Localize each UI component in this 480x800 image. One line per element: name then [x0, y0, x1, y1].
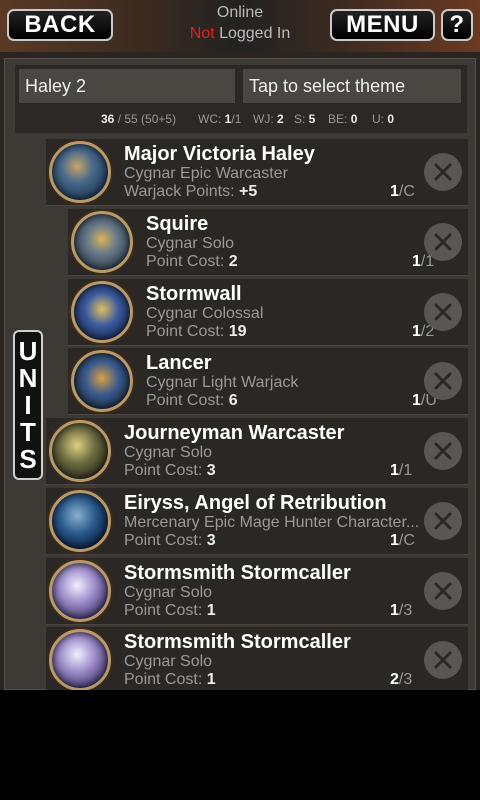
close-icon: [433, 650, 453, 670]
remove-unit-button[interactable]: [424, 502, 462, 540]
units-tab[interactable]: U N I T S: [13, 330, 43, 480]
unit-cost: Point Cost: 3: [124, 462, 216, 479]
unit-type: Cygnar Epic Warcaster: [124, 165, 288, 182]
remove-unit-button[interactable]: [424, 641, 462, 679]
close-icon: [433, 511, 453, 531]
remove-unit-button[interactable]: [424, 572, 462, 610]
login-status: Online Not Logged In: [150, 3, 330, 45]
unit-row[interactable]: Eiryss, Angel of Retribution Mercenary Ep…: [46, 488, 468, 555]
app-screen: BACK Online Not Logged In MENU ? Haley 2…: [0, 0, 480, 690]
points-stat: 36 / 55 (50+5): [101, 112, 177, 126]
close-icon: [433, 441, 453, 461]
unit-name: Lancer: [146, 352, 212, 374]
logged-in-status: Not Logged In: [150, 23, 330, 45]
unit-portrait: [71, 350, 133, 412]
unit-stat: U: 0: [372, 112, 395, 126]
unit-name: Eiryss, Angel of Retribution: [124, 492, 387, 514]
unit-type: Cygnar Solo: [124, 444, 213, 461]
close-icon: [433, 232, 453, 252]
remove-unit-button[interactable]: [424, 432, 462, 470]
unit-count: 1/1: [390, 462, 413, 479]
unit-portrait: [71, 281, 133, 343]
wj-stat: WJ: 2: [253, 112, 284, 126]
remove-unit-button[interactable]: [424, 153, 462, 191]
units-tab-letter: U: [18, 335, 38, 366]
unit-row[interactable]: Squire Cygnar Solo Point Cost: 2 1/1: [68, 209, 468, 276]
units-tab-letter: S: [19, 443, 37, 474]
units-tab-letter: I: [24, 389, 32, 420]
close-icon: [433, 162, 453, 182]
unit-name: Stormwall: [146, 283, 242, 305]
units-tab-letter: N: [18, 362, 38, 393]
unit-count: 1/C: [390, 532, 415, 549]
list-stats: 36 / 55 (50+5) WC: 1/1 WJ: 2 S: 5 BE: 0 …: [15, 109, 467, 129]
unit-cost: Point Cost: 1: [124, 602, 216, 619]
unit-portrait: [49, 141, 111, 203]
unit-cost: Point Cost: 3: [124, 532, 216, 549]
unit-cost: Warjack Points: +5: [124, 183, 258, 200]
unit-portrait: [71, 211, 133, 273]
list-name-field[interactable]: Haley 2: [19, 69, 235, 103]
unit-cost: Point Cost: 2: [146, 253, 238, 270]
unit-row[interactable]: Major Victoria Haley Cygnar Epic Warcaste…: [46, 139, 468, 206]
unit-portrait: [49, 560, 111, 622]
solo-stat: S: 5: [294, 112, 316, 126]
unit-type: Mercenary Epic Mage Hunter Character...: [124, 514, 420, 531]
unit-count: 2/3: [390, 671, 413, 688]
unit-portrait: [49, 490, 111, 552]
online-status: Online: [216, 4, 264, 21]
unit-type: Cygnar Solo: [124, 653, 213, 670]
be-stat: BE: 0: [328, 112, 358, 126]
remove-unit-button[interactable]: [424, 362, 462, 400]
close-icon: [433, 581, 453, 601]
unit-portrait: [49, 629, 111, 690]
unit-cost: Point Cost: 1: [124, 671, 216, 688]
help-button[interactable]: ?: [441, 9, 473, 41]
unit-cost: Point Cost: 6: [146, 392, 238, 409]
close-icon: [433, 371, 453, 391]
unit-name: Stormsmith Stormcaller: [124, 631, 351, 653]
unit-name: Journeyman Warcaster: [124, 422, 345, 444]
back-button[interactable]: BACK: [7, 9, 113, 41]
unit-row[interactable]: Stormsmith Stormcaller Cygnar Solo Point C…: [46, 627, 468, 690]
menu-button[interactable]: MENU: [330, 9, 435, 41]
unit-type: Cygnar Solo: [146, 235, 235, 252]
unit-row[interactable]: Stormsmith Stormcaller Cygnar Solo Point C…: [46, 558, 468, 625]
wc-stat: WC: 1/1: [198, 112, 242, 126]
unit-type: Cygnar Solo: [124, 584, 213, 601]
unit-type: Cygnar Light Warjack: [146, 374, 299, 391]
unit-portrait: [49, 420, 111, 482]
unit-count: 1/C: [390, 183, 415, 200]
logged-in-label: Logged In: [214, 25, 291, 42]
unit-row[interactable]: Stormwall Cygnar Colossal Point Cost: 19 1/…: [68, 279, 468, 346]
unit-name: Squire: [146, 213, 209, 235]
remove-unit-button[interactable]: [424, 293, 462, 331]
units-tab-letter: T: [20, 416, 36, 447]
unit-cost: Point Cost: 19: [146, 323, 247, 340]
unit-row[interactable]: Journeyman Warcaster Cygnar Solo Point Cos…: [46, 418, 468, 485]
top-bar: BACK Online Not Logged In MENU ?: [0, 0, 480, 52]
unit-name: Major Victoria Haley: [124, 143, 315, 165]
not-label: Not: [189, 25, 215, 42]
unit-count: 1/3: [390, 602, 413, 619]
theme-selector[interactable]: Tap to select theme: [243, 69, 461, 103]
unit-row[interactable]: Lancer Cygnar Light Warjack Point Cost: 61…: [68, 348, 468, 415]
close-icon: [433, 302, 453, 322]
unit-type: Cygnar Colossal: [146, 305, 264, 322]
remove-unit-button[interactable]: [424, 223, 462, 261]
list-header: Haley 2 Tap to select theme 36 / 55 (50+…: [15, 65, 467, 133]
unit-name: Stormsmith Stormcaller: [124, 562, 351, 584]
